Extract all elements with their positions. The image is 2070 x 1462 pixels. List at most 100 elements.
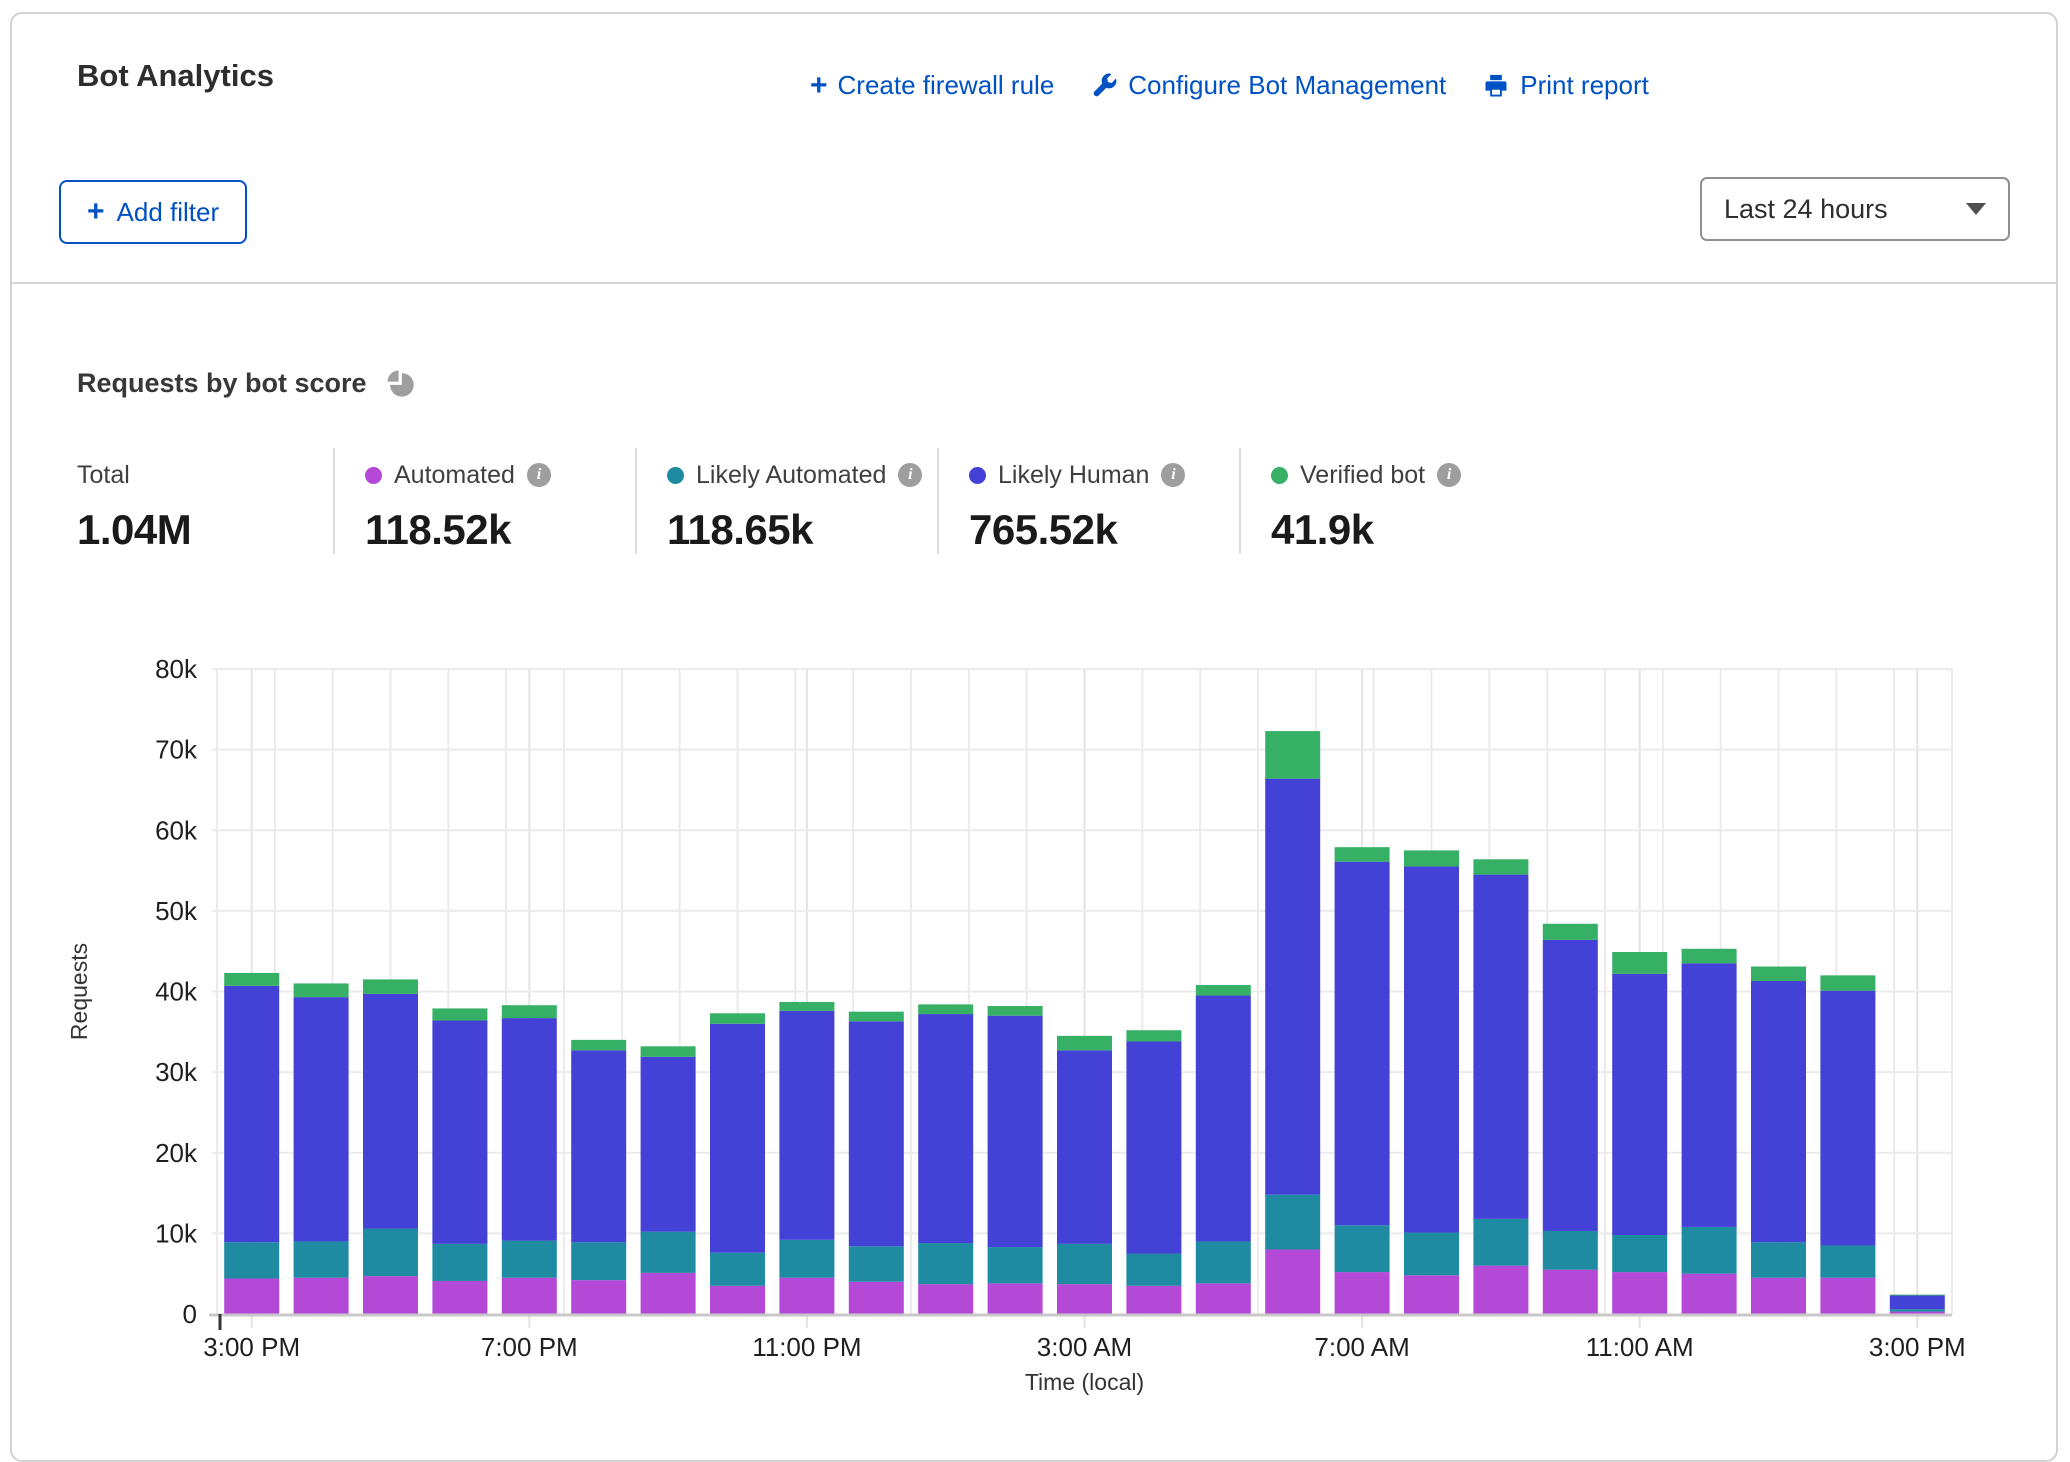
bar-segment-likely-automated[interactable] (571, 1242, 626, 1280)
bar-segment-verified-bot[interactable] (641, 1046, 696, 1056)
bar-segment-likely-automated[interactable] (1820, 1245, 1875, 1277)
bar-segment-automated[interactable] (571, 1280, 626, 1314)
bar-segment-likely-automated[interactable] (641, 1232, 696, 1273)
bar-segment-automated[interactable] (294, 1278, 349, 1314)
bar-segment-likely-human[interactable] (1265, 779, 1320, 1195)
bar-segment-likely-automated[interactable] (1057, 1244, 1112, 1284)
info-icon[interactable]: i (1437, 463, 1461, 487)
configure-bot-management-link[interactable]: Configure Bot Management (1090, 70, 1446, 101)
bar-segment-likely-automated[interactable] (294, 1241, 349, 1277)
bar-segment-likely-automated[interactable] (1890, 1309, 1945, 1311)
bar-segment-likely-human[interactable] (1751, 981, 1806, 1242)
bar-segment-likely-automated[interactable] (224, 1242, 279, 1278)
bar-segment-verified-bot[interactable] (710, 1013, 765, 1023)
bar-segment-likely-automated[interactable] (502, 1241, 557, 1278)
bar-segment-likely-automated[interactable] (1682, 1227, 1737, 1274)
info-icon[interactable]: i (527, 463, 551, 487)
bar-segment-verified-bot[interactable] (294, 983, 349, 997)
bar-segment-likely-automated[interactable] (849, 1246, 904, 1281)
bar-segment-verified-bot[interactable] (1057, 1036, 1112, 1051)
bar-segment-likely-automated[interactable] (1751, 1242, 1806, 1277)
bar-segment-verified-bot[interactable] (1126, 1030, 1181, 1041)
bar-segment-verified-bot[interactable] (432, 1008, 487, 1020)
bar-segment-likely-automated[interactable] (710, 1253, 765, 1286)
bar-segment-verified-bot[interactable] (224, 973, 279, 986)
bar-segment-automated[interactable] (1126, 1286, 1181, 1314)
bar-segment-automated[interactable] (1751, 1278, 1806, 1314)
bar-segment-verified-bot[interactable] (1543, 924, 1598, 940)
bar-segment-likely-automated[interactable] (988, 1247, 1043, 1283)
bar-segment-likely-automated[interactable] (1126, 1254, 1181, 1286)
bar-segment-likely-human[interactable] (1543, 940, 1598, 1231)
info-icon[interactable]: i (898, 463, 922, 487)
info-icon[interactable]: i (1161, 463, 1185, 487)
bar-segment-verified-bot[interactable] (988, 1006, 1043, 1016)
create-firewall-rule-link[interactable]: + Create firewall rule (810, 70, 1054, 101)
bar-segment-verified-bot[interactable] (1265, 731, 1320, 779)
bar-segment-likely-human[interactable] (988, 1016, 1043, 1247)
bar-segment-verified-bot[interactable] (502, 1005, 557, 1018)
bar-segment-likely-automated[interactable] (1543, 1231, 1598, 1270)
bar-segment-likely-human[interactable] (1612, 974, 1667, 1235)
bar-segment-automated[interactable] (1612, 1272, 1667, 1314)
bar-segment-likely-human[interactable] (363, 994, 418, 1229)
bar-segment-automated[interactable] (779, 1278, 834, 1314)
bar-segment-automated[interactable] (1404, 1275, 1459, 1314)
bar-segment-automated[interactable] (849, 1282, 904, 1314)
bar-segment-verified-bot[interactable] (1335, 847, 1390, 862)
bar-segment-automated[interactable] (1265, 1250, 1320, 1315)
bar-segment-likely-automated[interactable] (1612, 1235, 1667, 1272)
bar-segment-verified-bot[interactable] (779, 1002, 834, 1011)
bar-segment-automated[interactable] (1057, 1284, 1112, 1314)
bar-segment-likely-human[interactable] (849, 1021, 904, 1246)
bar-segment-automated[interactable] (1543, 1270, 1598, 1314)
bar-segment-automated[interactable] (988, 1283, 1043, 1314)
bar-segment-likely-automated[interactable] (363, 1229, 418, 1277)
bar-segment-automated[interactable] (1682, 1274, 1737, 1314)
print-report-link[interactable]: Print report (1482, 70, 1649, 101)
bar-segment-likely-human[interactable] (1126, 1041, 1181, 1253)
bar-segment-automated[interactable] (641, 1273, 696, 1314)
bar-segment-likely-human[interactable] (710, 1024, 765, 1253)
bar-segment-likely-human[interactable] (1335, 862, 1390, 1226)
bar-segment-automated[interactable] (502, 1278, 557, 1314)
bar-segment-likely-automated[interactable] (1473, 1219, 1528, 1266)
bar-segment-likely-human[interactable] (571, 1050, 626, 1242)
bar-segment-verified-bot[interactable] (1682, 949, 1737, 964)
bar-segment-verified-bot[interactable] (1404, 850, 1459, 866)
bar-segment-likely-automated[interactable] (1404, 1233, 1459, 1276)
bar-segment-automated[interactable] (432, 1281, 487, 1314)
bar-segment-verified-bot[interactable] (571, 1040, 626, 1050)
bar-segment-likely-human[interactable] (1473, 875, 1528, 1219)
bar-segment-likely-human[interactable] (1196, 996, 1251, 1242)
bar-segment-likely-human[interactable] (918, 1014, 973, 1243)
bar-segment-automated[interactable] (1196, 1283, 1251, 1314)
bar-segment-likely-human[interactable] (294, 997, 349, 1241)
bar-segment-verified-bot[interactable] (918, 1004, 973, 1014)
bar-segment-likely-automated[interactable] (432, 1244, 487, 1281)
bar-segment-likely-automated[interactable] (1335, 1225, 1390, 1272)
bar-segment-automated[interactable] (1473, 1266, 1528, 1314)
bar-segment-likely-automated[interactable] (1265, 1195, 1320, 1250)
bar-segment-verified-bot[interactable] (1890, 1295, 1945, 1296)
bar-segment-likely-human[interactable] (1057, 1050, 1112, 1244)
bar-segment-likely-human[interactable] (1682, 963, 1737, 1227)
bar-segment-likely-human[interactable] (1820, 991, 1875, 1246)
bar-segment-automated[interactable] (1820, 1278, 1875, 1314)
bar-segment-likely-human[interactable] (224, 986, 279, 1242)
bar-segment-likely-automated[interactable] (918, 1243, 973, 1284)
bar-segment-verified-bot[interactable] (363, 979, 418, 994)
bar-segment-verified-bot[interactable] (1751, 967, 1806, 982)
bar-segment-verified-bot[interactable] (1612, 952, 1667, 974)
bar-segment-automated[interactable] (363, 1276, 418, 1314)
bar-segment-likely-human[interactable] (1890, 1295, 1945, 1309)
bar-segment-likely-human[interactable] (432, 1021, 487, 1244)
bar-segment-likely-human[interactable] (641, 1057, 696, 1232)
bar-segment-likely-automated[interactable] (779, 1240, 834, 1278)
bar-segment-verified-bot[interactable] (849, 1012, 904, 1022)
bar-segment-automated[interactable] (710, 1286, 765, 1314)
bar-segment-likely-automated[interactable] (1196, 1241, 1251, 1283)
bar-segment-automated[interactable] (224, 1279, 279, 1314)
bar-segment-likely-human[interactable] (502, 1018, 557, 1241)
time-range-dropdown[interactable]: Last 24 hours (1700, 177, 2010, 241)
